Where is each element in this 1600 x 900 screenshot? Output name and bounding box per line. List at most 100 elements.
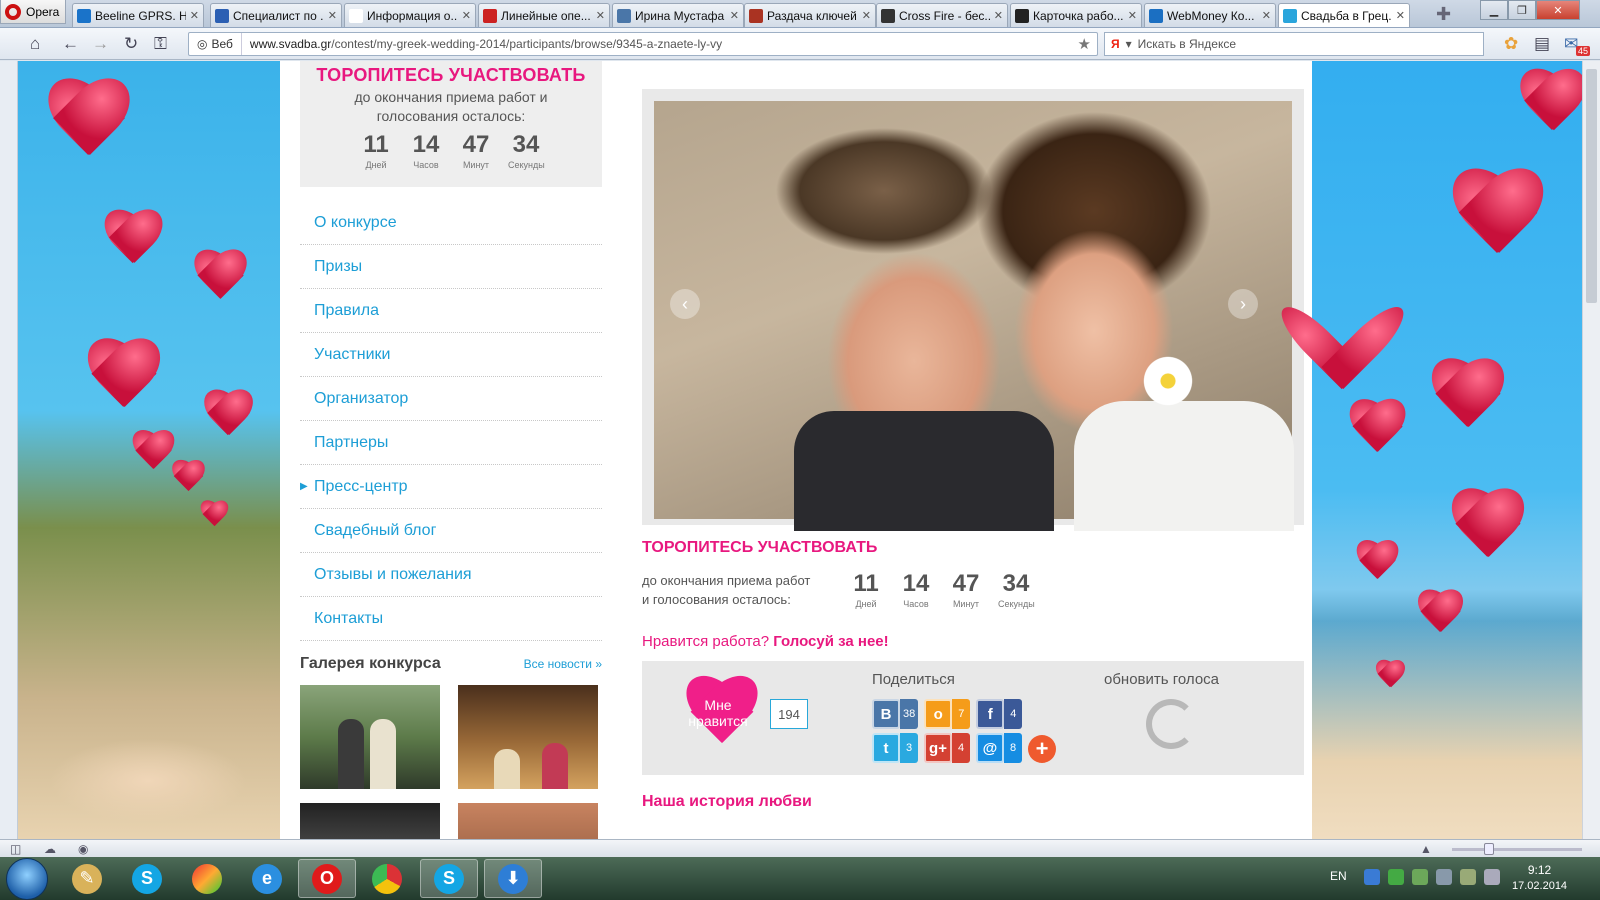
browser-tab[interactable]: WebMoney Ко... ✕ [1144,3,1276,27]
extension-icon[interactable]: ✿ [1504,34,1518,54]
tab-close-icon[interactable]: ✕ [1262,9,1271,22]
yandex-search-field[interactable]: Я ▾ Искать в Яндексе [1104,32,1484,56]
url-scheme-badge[interactable]: ◎ Веб [189,33,242,55]
page-scrollbar[interactable] [1582,61,1600,839]
tab-close-icon[interactable]: ✕ [994,9,1003,22]
opera-menu-button[interactable]: Opera [0,0,66,24]
slider-next-arrow-icon[interactable]: › [1228,289,1258,319]
tab-close-icon[interactable]: ✕ [1396,9,1405,22]
like-button-label[interactable]: Мне нравится [674,697,762,729]
scrollbar-thumb[interactable] [1586,69,1597,303]
share-more-plus-icon[interactable]: + [1028,735,1056,763]
tray-flag-icon[interactable] [1388,869,1404,885]
tray-monitor-icon[interactable] [1436,869,1452,885]
reload-icon[interactable]: ↻ [124,34,138,54]
search-dropdown-icon[interactable]: ▾ [1126,37,1132,51]
browser-tab[interactable]: Линейные опе... ✕ [478,3,610,27]
tab-close-icon[interactable]: ✕ [730,9,739,22]
maximize-button[interactable]: ❐ [1508,0,1536,20]
address-field[interactable]: ◎ Веб www.svadba.gr/contest/my-greek-wed… [188,32,1098,56]
key-icon[interactable]: ⚿ [154,34,167,54]
timer-minutes-value: 47 [462,131,490,158]
triangle-right-icon: ▶ [300,481,308,492]
menu-item-press-center[interactable]: ▶ Пресс-центр [300,465,602,509]
browser-tab[interactable]: Раздача ключей ✕ [744,3,876,27]
tray-antivirus-icon[interactable] [1412,869,1428,885]
tray-app-icon[interactable] [1460,869,1476,885]
tab-close-icon[interactable]: ✕ [328,9,337,22]
thumbnail-figure [494,749,520,789]
share-facebook-button[interactable]: f 4 [976,699,1023,729]
back-icon[interactable]: ← [62,34,79,54]
browser-tab[interactable]: Информация о... ✕ [344,3,476,27]
gallery-thumbnail[interactable] [300,685,440,789]
panel-toggle-icon[interactable]: ◫ [10,842,21,856]
home-icon[interactable]: ⌂ [30,34,40,54]
taskbar-downloader-app[interactable]: ⬇ [484,859,542,898]
browser-tab[interactable]: Ирина Мустафа ✕ [612,3,744,27]
menu-item-prizes[interactable]: Призы [300,245,602,289]
menu-item-rules[interactable]: Правила [300,289,602,333]
forward-icon[interactable]: → [92,34,109,54]
tray-language[interactable]: EN [1330,869,1347,883]
view-icon[interactable]: ▲ [1420,842,1432,856]
share-vk-button[interactable]: В 38 [872,699,919,729]
close-window-button[interactable]: ✕ [1536,0,1580,20]
gallery-more-link[interactable]: Все новости » [524,657,602,671]
taskbar-skype-app[interactable]: S [118,859,176,898]
share-odnoklassniki-button[interactable]: о 7 [924,699,971,729]
browser-side-panel[interactable] [0,61,18,839]
gallery-thumbnail[interactable] [300,803,440,839]
share-mail-button[interactable]: @ 8 [976,733,1022,763]
sidebar-countdown-heading: ТОРОПИТЕСЬ УЧАСТВОВАТЬ [316,65,586,85]
menu-item-participants[interactable]: Участники [300,333,602,377]
menu-item-partners[interactable]: Партнеры [300,421,602,465]
tab-close-icon[interactable]: ✕ [190,9,199,22]
tab-close-icon[interactable]: ✕ [462,9,471,22]
zoom-slider-knob[interactable] [1484,843,1494,855]
tab-close-icon[interactable]: ✕ [1128,9,1137,22]
menu-item-label: Призы [314,257,363,275]
minimize-button[interactable]: ▁ [1480,0,1508,20]
bookmark-star-icon[interactable]: ★ [1078,35,1091,53]
gallery-thumbnail[interactable] [458,803,598,839]
share-twitter-button[interactable]: t 3 [872,733,918,763]
browser-tab[interactable]: Карточка рабо... ✕ [1010,3,1142,27]
taskbar-skype-window[interactable]: S [420,859,478,898]
menu-item-organizer[interactable]: Организатор [300,377,602,421]
tab-close-icon[interactable]: ✕ [862,9,871,22]
taskbar-mail-app[interactable] [178,859,236,898]
new-tab-button[interactable]: ✚ [1436,4,1451,25]
start-button[interactable] [6,858,48,900]
refresh-votes-icon[interactable] [1146,699,1196,749]
participant-photo[interactable] [654,101,1294,531]
opera-logo-icon [5,3,21,20]
gallery-thumbnail[interactable] [458,685,598,789]
browser-tab[interactable]: Cross Fire - бес... ✕ [876,3,1008,27]
taskbar-chrome-app[interactable] [358,859,416,898]
menu-item-reviews[interactable]: Отзывы и пожелания [300,553,602,597]
taskbar-opera-app[interactable]: O [298,859,356,898]
tab-close-icon[interactable]: ✕ [596,9,605,22]
menu-item-about[interactable]: О конкурсе [300,201,602,245]
tray-network-icon[interactable] [1364,869,1380,885]
page-viewport: ТОРОПИТЕСЬ УЧАСТВОВАТЬ до окончания прие… [0,61,1582,839]
taskbar-paint-app[interactable]: ✎ [58,859,116,898]
downloads-icon[interactable]: ▤ [1534,34,1550,54]
slider-prev-arrow-icon[interactable]: ‹ [670,289,700,319]
share-google-plus-button[interactable]: g+ 4 [924,733,970,763]
cloud-icon[interactable]: ☁ [44,842,56,856]
browser-tab[interactable]: Свадьба в Грец... ✕ [1278,3,1410,27]
menu-item-wedding-blog[interactable]: Свадебный блог [300,509,602,553]
turbo-icon[interactable]: ◉ [78,842,88,856]
tray-clock[interactable]: 9:12 17.02.2014 [1512,862,1567,894]
browser-tab[interactable]: Beeline GPRS. H... ✕ [72,3,204,27]
zoom-slider-track[interactable] [1452,848,1582,851]
tray-volume-icon[interactable] [1484,869,1500,885]
menu-item-contacts[interactable]: Контакты [300,597,602,641]
browser-tab[interactable]: Специалист по ... ✕ [210,3,342,27]
taskbar-ie-app[interactable]: e [238,859,296,898]
opera-icon: O [312,863,342,894]
menu-item-label: Свадебный блог [314,521,437,539]
main-countdown-subtitle: до окончания приема работ и голосования … [642,571,842,609]
